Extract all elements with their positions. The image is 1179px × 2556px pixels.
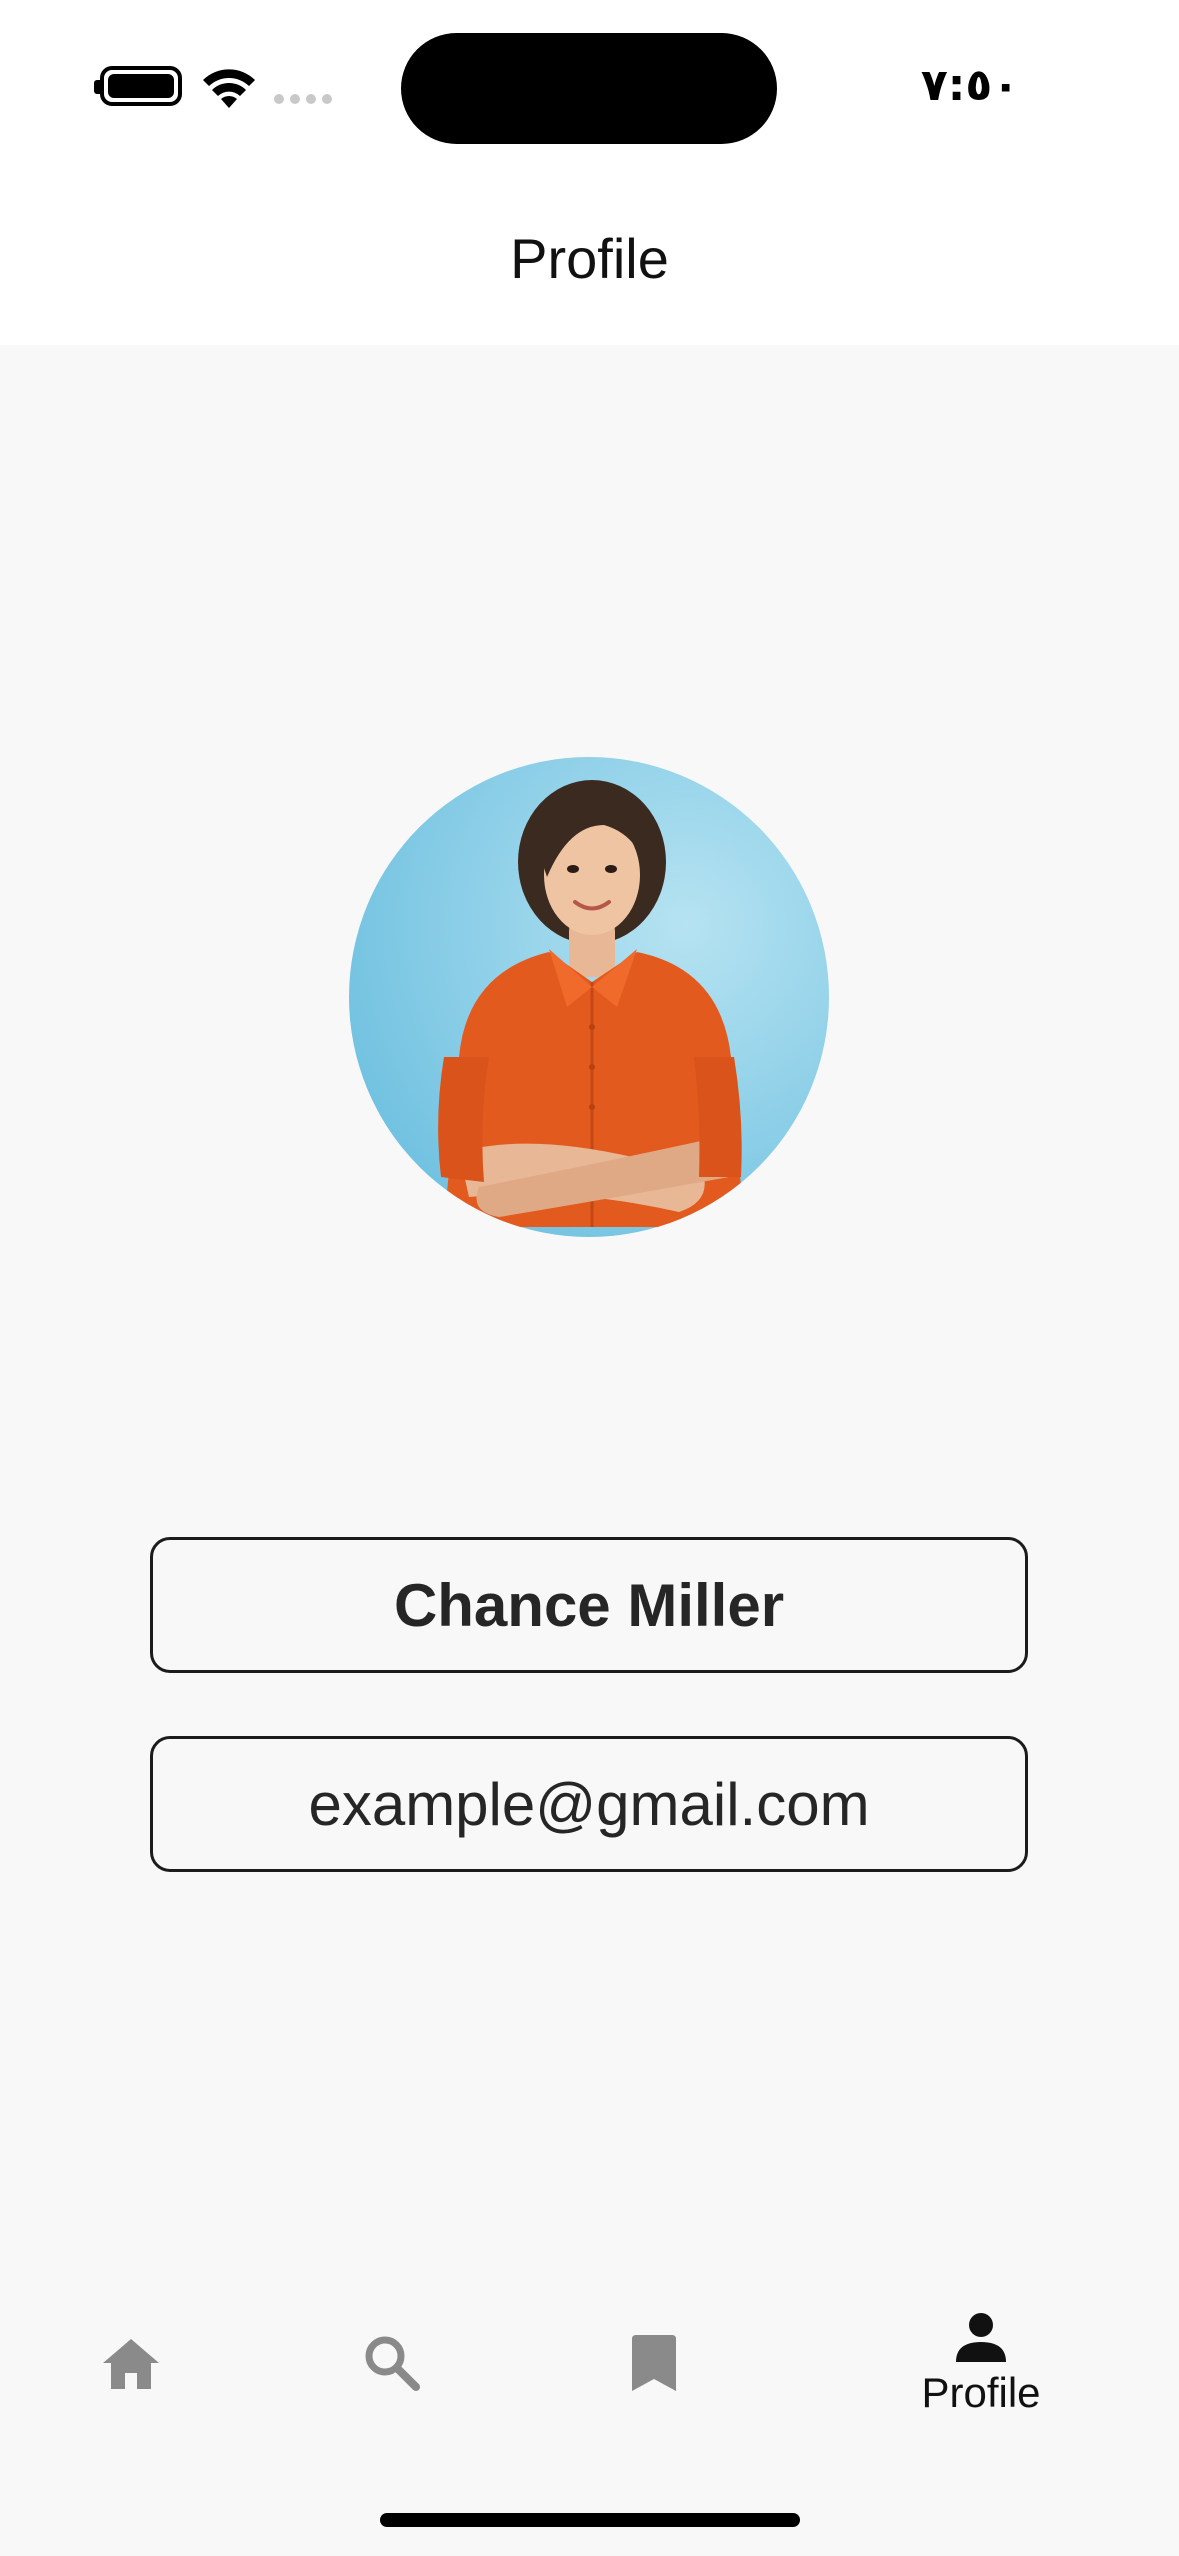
- tab-search[interactable]: [292, 2280, 492, 2450]
- bookmark-icon: [632, 2335, 676, 2391]
- profile-screen: ٧:٥٠ Profile Chance Miller example@gmail…: [0, 0, 1179, 2556]
- dynamic-island: [401, 33, 777, 144]
- page-title: Profile: [510, 227, 669, 290]
- person-icon: [956, 2313, 1006, 2362]
- search-icon: [365, 2336, 420, 2391]
- app-header: Profile: [0, 180, 1179, 345]
- avatar[interactable]: [349, 757, 829, 1237]
- status-bar: ٧:٥٠: [0, 0, 1179, 180]
- email-field[interactable]: example@gmail.com: [150, 1736, 1028, 1872]
- name-field[interactable]: Chance Miller: [150, 1537, 1028, 1673]
- tab-bookmarks[interactable]: [554, 2280, 754, 2450]
- wifi-icon: [203, 69, 255, 108]
- home-indicator[interactable]: [380, 2513, 800, 2527]
- tab-profile[interactable]: Profile: [881, 2280, 1081, 2450]
- signal-icon: [274, 94, 332, 104]
- person-photo: [438, 780, 744, 1227]
- home-icon: [103, 2339, 159, 2389]
- tab-home[interactable]: [31, 2280, 231, 2450]
- status-time: ٧:٥٠: [920, 60, 1020, 111]
- tab-profile-label: Profile: [921, 2369, 1041, 2416]
- battery-icon: [94, 66, 182, 106]
